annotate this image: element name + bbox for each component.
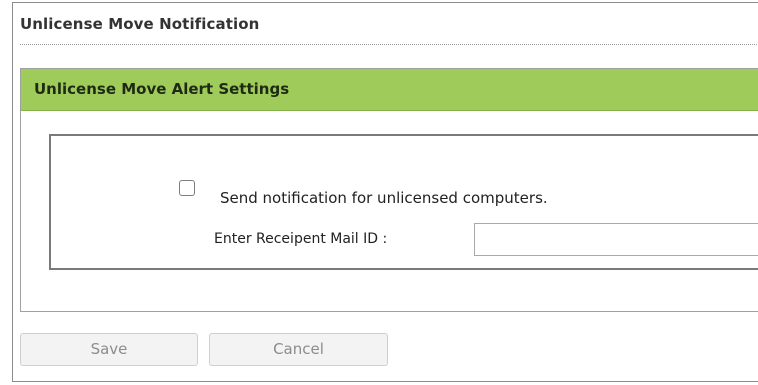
panel-title: Unlicense Move Alert Settings [34, 80, 290, 98]
page-title: Unlicense Move Notification [20, 15, 260, 33]
mail-id-label: Enter Receipent Mail ID : [214, 231, 388, 247]
send-notification-checkbox[interactable] [179, 180, 195, 196]
mail-id-input[interactable] [474, 223, 758, 256]
save-button[interactable]: Save [20, 333, 198, 366]
panel-header: Unlicense Move Alert Settings [21, 69, 758, 111]
title-divider [20, 44, 758, 45]
cancel-button[interactable]: Cancel [209, 333, 388, 366]
send-notification-label: Send notification for unlicensed compute… [220, 189, 548, 207]
